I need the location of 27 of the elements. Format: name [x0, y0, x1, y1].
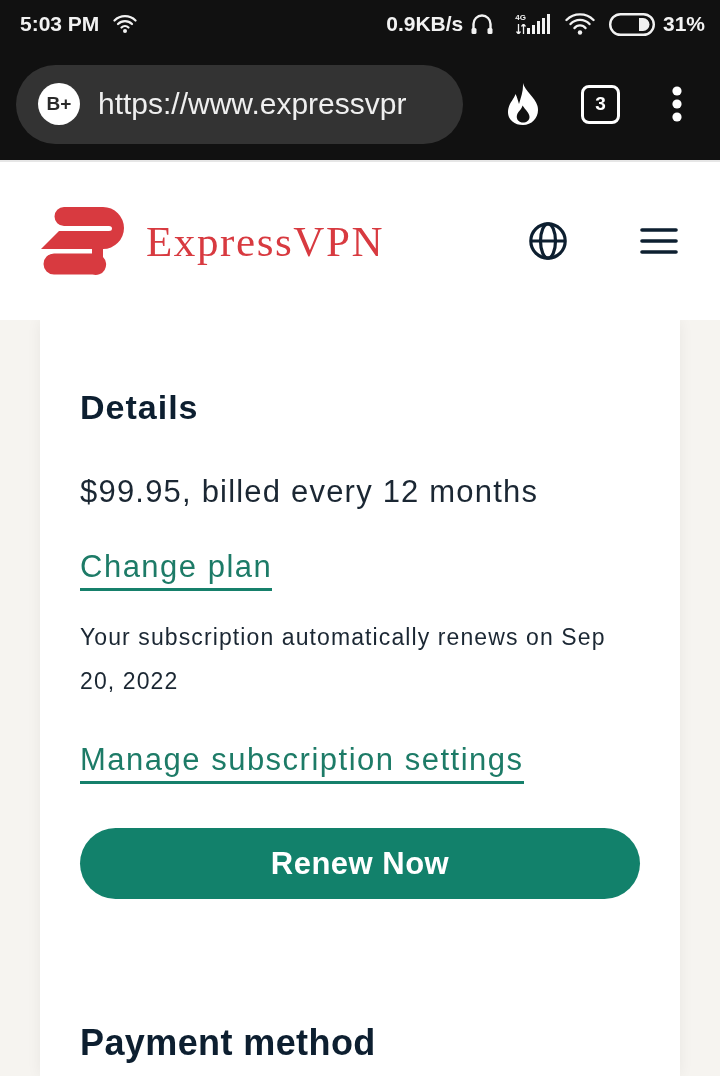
- section-heading: Details: [80, 387, 199, 428]
- address-bar[interactable]: B+ https://www.expressvpr: [16, 64, 463, 144]
- headphones-icon: [471, 13, 494, 35]
- status-time: 5:03 PM: [20, 12, 100, 36]
- signal-bars-icon: [526, 14, 551, 34]
- globe-icon[interactable]: [529, 222, 567, 260]
- manage-subscription-link[interactable]: Manage subscription settings: [80, 741, 524, 784]
- change-plan-link[interactable]: Change plan: [80, 548, 273, 591]
- plan-price: $99.95, billed every 12 months: [80, 474, 539, 510]
- site-info-badge[interactable]: B+: [38, 83, 80, 125]
- renewal-note: Your subscription automatically renews on Sep 20, 2022: [80, 623, 607, 696]
- menu-icon[interactable]: [640, 228, 678, 254]
- battery-icon: [608, 12, 655, 36]
- section-heading: Payment method: [80, 1021, 376, 1065]
- brand-name: ExpressVPN: [146, 216, 385, 266]
- tab-count-button[interactable]: 3: [581, 84, 620, 124]
- logo-icon[interactable]: [40, 207, 126, 275]
- renew-now-button[interactable]: Renew Now: [80, 828, 640, 899]
- battery-percent: 31%: [662, 12, 705, 36]
- wifi-icon: [113, 14, 138, 34]
- url-text: https://www.expressvpr: [98, 87, 407, 121]
- more-options-icon[interactable]: [672, 86, 682, 122]
- wifi-icon: [564, 13, 595, 35]
- data-arrows-icon: [515, 24, 526, 34]
- flame-icon[interactable]: [505, 83, 541, 125]
- data-speed: 0.9KB/s: [386, 12, 464, 36]
- network-type-label: 4G: [515, 14, 526, 22]
